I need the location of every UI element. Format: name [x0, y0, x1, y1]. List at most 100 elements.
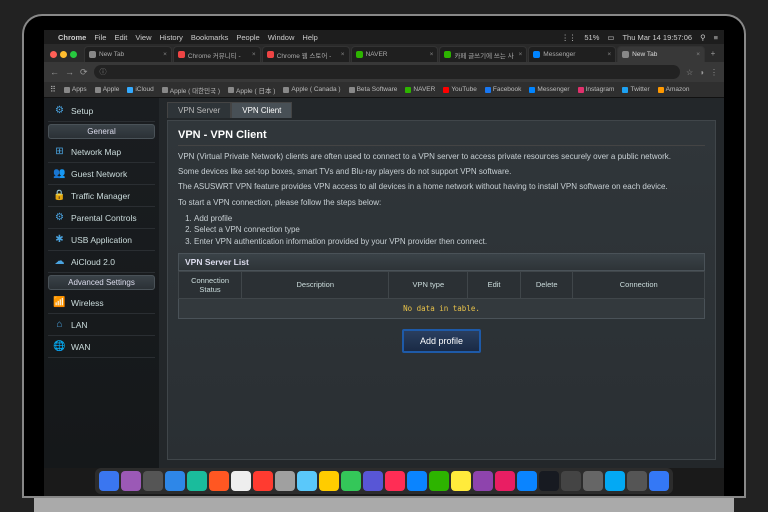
- dock-app[interactable]: [187, 471, 207, 491]
- dock-app[interactable]: [583, 471, 603, 491]
- sidebar-item[interactable]: ⌂LAN: [48, 314, 155, 336]
- bookmark-item[interactable]: Apple: [95, 86, 120, 93]
- back-icon[interactable]: ←: [50, 67, 59, 78]
- dock-app[interactable]: [539, 471, 559, 491]
- bookmark-item[interactable]: Apple ( 대한민국 ): [162, 85, 220, 95]
- bookmark-item[interactable]: iCloud: [127, 86, 153, 93]
- profile-icon[interactable]: ◑: [699, 68, 704, 77]
- menu-history[interactable]: History: [160, 33, 183, 42]
- dock-app[interactable]: [363, 471, 383, 491]
- dock-app[interactable]: [165, 471, 185, 491]
- close-tab-icon[interactable]: ×: [696, 51, 700, 58]
- dock-app[interactable]: [649, 471, 669, 491]
- close-tab-icon[interactable]: ×: [430, 51, 434, 58]
- address-bar[interactable]: ⓘ: [94, 65, 680, 79]
- menu-help[interactable]: Help: [302, 33, 317, 42]
- menu-file[interactable]: File: [94, 33, 106, 42]
- menubar-app[interactable]: Chrome: [58, 33, 86, 42]
- bookmark-item[interactable]: Amazon: [658, 86, 690, 93]
- tab-vpn-client[interactable]: VPN Client: [231, 102, 292, 118]
- dock-app[interactable]: [143, 471, 163, 491]
- menu-view[interactable]: View: [135, 33, 151, 42]
- dock-app[interactable]: [385, 471, 405, 491]
- bookmark-favicon: [95, 87, 101, 93]
- minimize-window-icon[interactable]: [60, 51, 67, 58]
- dock-app[interactable]: [561, 471, 581, 491]
- close-tab-icon[interactable]: ×: [163, 51, 167, 58]
- menu-window[interactable]: Window: [268, 33, 295, 42]
- dock-app[interactable]: [451, 471, 471, 491]
- bookmark-item[interactable]: Facebook: [485, 86, 522, 93]
- sidebar-item[interactable]: 🔒Traffic Manager: [48, 185, 155, 207]
- bookmark-item[interactable]: Apple ( 日本 ): [228, 85, 275, 95]
- battery-icon[interactable]: ▭: [607, 33, 614, 42]
- dock-app[interactable]: [605, 471, 625, 491]
- star-icon[interactable]: ☆: [686, 68, 693, 77]
- browser-tab[interactable]: Chrome 웹 스토어 -×: [262, 46, 350, 62]
- close-tab-icon[interactable]: ×: [252, 51, 256, 58]
- apps-icon[interactable]: ⠿: [50, 85, 56, 94]
- tab-vpn-server[interactable]: VPN Server: [167, 102, 231, 118]
- browser-tab[interactable]: Messenger×: [528, 46, 616, 62]
- browser-tab[interactable]: 카페 글쓰기에 쓰는 사×: [439, 46, 527, 62]
- dock-app[interactable]: [297, 471, 317, 491]
- dock-app[interactable]: [209, 471, 229, 491]
- dock-app[interactable]: [627, 471, 647, 491]
- wifi-icon[interactable]: ⋮⋮: [561, 33, 576, 42]
- browser-tab[interactable]: New Tab×: [84, 46, 172, 62]
- close-tab-icon[interactable]: ×: [341, 51, 345, 58]
- bookmark-item[interactable]: Apps: [64, 86, 87, 93]
- bookmark-favicon: [622, 87, 628, 93]
- sidebar-item[interactable]: ⊞Network Map: [48, 141, 155, 163]
- add-profile-button[interactable]: Add profile: [402, 329, 481, 353]
- bookmark-item[interactable]: Beta Software: [349, 86, 398, 93]
- sidebar-item[interactable]: 🌐WAN: [48, 336, 155, 358]
- bookmark-item[interactable]: NAVER: [405, 86, 435, 93]
- dock-app[interactable]: [253, 471, 273, 491]
- close-tab-icon[interactable]: ×: [519, 51, 523, 58]
- bookmark-item[interactable]: YouTube: [443, 86, 477, 93]
- menu-bookmarks[interactable]: Bookmarks: [191, 33, 229, 42]
- sidebar-item[interactable]: 📶Wireless: [48, 292, 155, 314]
- dock-app[interactable]: [517, 471, 537, 491]
- sidebar-item[interactable]: ⚙Parental Controls: [48, 207, 155, 229]
- menu-people[interactable]: People: [236, 33, 259, 42]
- router-page: ⚙ Setup General ⊞Network Map👥Guest Netwo…: [44, 98, 724, 468]
- dock-app[interactable]: [319, 471, 339, 491]
- dock-app[interactable]: [99, 471, 119, 491]
- search-icon[interactable]: ⚲: [700, 33, 706, 42]
- close-tab-icon[interactable]: ×: [607, 51, 611, 58]
- dock-app[interactable]: [407, 471, 427, 491]
- forward-icon[interactable]: →: [65, 67, 74, 78]
- bookmark-item[interactable]: Messenger: [529, 86, 569, 93]
- col-status: Connection Status: [179, 271, 242, 298]
- bookmark-label: Apple ( Canada ): [291, 86, 340, 93]
- notif-icon[interactable]: ≡: [714, 33, 718, 42]
- new-tab-button[interactable]: +: [706, 46, 720, 60]
- sidebar-item-setup[interactable]: ⚙ Setup: [48, 100, 155, 122]
- dock-app[interactable]: [341, 471, 361, 491]
- bookmark-item[interactable]: Twitter: [622, 86, 649, 93]
- sidebar-item[interactable]: ✱USB Application: [48, 229, 155, 251]
- browser-tab[interactable]: New Tab×: [617, 46, 705, 62]
- bookmark-item[interactable]: Instagram: [578, 86, 615, 93]
- browser-tab[interactable]: Chrome 커뮤니티 -×: [173, 46, 261, 62]
- sidebar-item[interactable]: 👥Guest Network: [48, 163, 155, 185]
- dock-app[interactable]: [121, 471, 141, 491]
- sidebar-icon: ⊞: [53, 145, 66, 158]
- menu-edit[interactable]: Edit: [114, 33, 127, 42]
- dock-app[interactable]: [495, 471, 515, 491]
- dock-app[interactable]: [275, 471, 295, 491]
- dock-app[interactable]: [231, 471, 251, 491]
- kebab-icon[interactable]: ⋮: [710, 68, 718, 77]
- sidebar-item[interactable]: ☁AiCloud 2.0: [48, 251, 155, 273]
- reload-icon[interactable]: ⟳: [80, 67, 88, 78]
- site-info-icon[interactable]: ⓘ: [100, 67, 107, 77]
- bookmark-item[interactable]: Apple ( Canada ): [283, 86, 340, 93]
- dock-app[interactable]: [429, 471, 449, 491]
- close-window-icon[interactable]: [50, 51, 57, 58]
- browser-tab[interactable]: NAVER×: [351, 46, 439, 62]
- dock-app[interactable]: [473, 471, 493, 491]
- maximize-window-icon[interactable]: [70, 51, 77, 58]
- bookmark-label: Apple ( 대한민국 ): [170, 85, 220, 95]
